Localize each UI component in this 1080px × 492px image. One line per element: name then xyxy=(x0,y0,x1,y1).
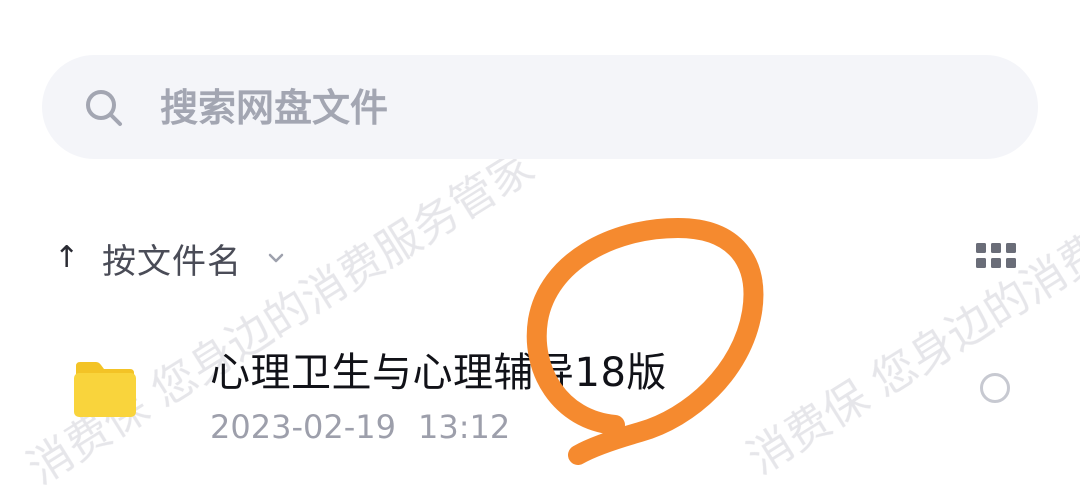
search-input[interactable] xyxy=(160,80,860,136)
sort-direction-icon: ↑ xyxy=(54,240,80,275)
select-radio[interactable] xyxy=(980,373,1010,403)
file-list-item[interactable]: 心理卫生与心理辅导18版 2023-02-19 13:12 xyxy=(0,310,1080,460)
folder-icon xyxy=(74,362,136,417)
file-date: 2023-02-19 xyxy=(210,408,396,446)
search-icon xyxy=(86,90,122,126)
sort-control[interactable]: ↑ 按文件名 xyxy=(54,228,286,288)
file-meta: 2023-02-19 13:12 xyxy=(210,408,510,446)
grid-view-icon[interactable] xyxy=(976,243,1016,269)
file-time: 13:12 xyxy=(417,408,511,446)
file-name: 心理卫生与心理辅导18版 xyxy=(210,350,667,396)
chevron-down-icon xyxy=(268,253,284,263)
sort-label: 按文件名 xyxy=(102,241,242,282)
